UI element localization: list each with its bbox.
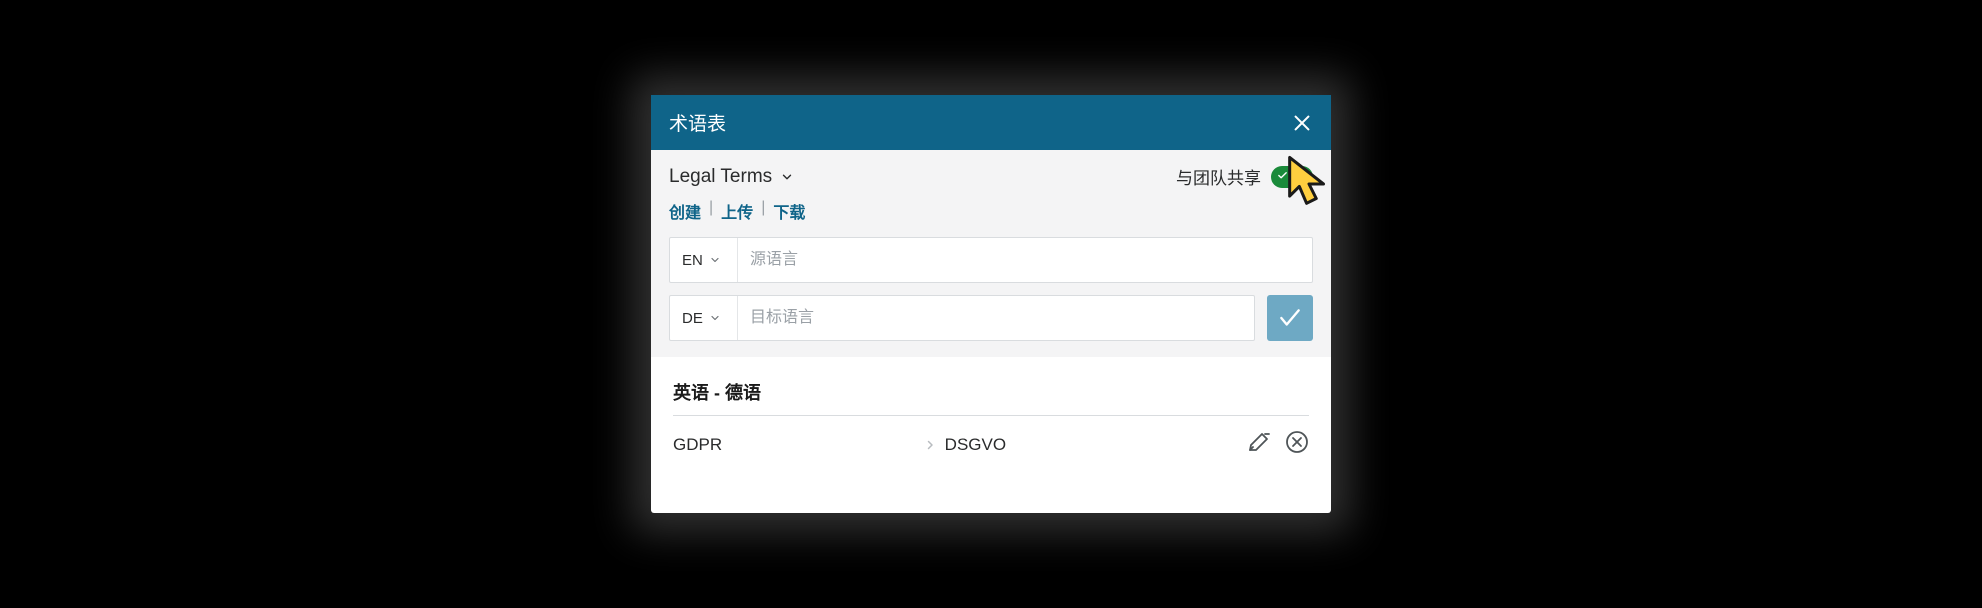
action-separator: |: [761, 199, 765, 223]
target-input-row: DE: [669, 295, 1313, 341]
glossary-actions: 创建 | 上传 | 下载: [651, 199, 1331, 231]
delete-circle-icon[interactable]: [1285, 430, 1309, 459]
target-term-input[interactable]: [738, 296, 1254, 340]
confirm-add-button[interactable]: [1267, 295, 1313, 341]
edit-icon[interactable]: [1247, 430, 1271, 459]
check-icon: [1277, 305, 1303, 331]
source-lang-dropdown[interactable]: EN: [670, 238, 738, 282]
upload-action[interactable]: 上传: [721, 199, 753, 223]
target-lang-dropdown[interactable]: DE: [670, 296, 738, 340]
terms-heading: 英语 - 德语: [673, 379, 1309, 416]
download-action[interactable]: 下载: [773, 199, 805, 223]
term-row: GDPR DSGVO: [673, 416, 1309, 473]
glossary-dialog: 术语表 Legal Terms 与团队共享: [651, 95, 1331, 513]
source-input-group: EN: [669, 237, 1313, 283]
share-label: 与团队共享: [1176, 164, 1261, 189]
term-source: GDPR: [673, 435, 915, 455]
target-input-group: DE: [669, 295, 1255, 341]
share-with-team: 与团队共享: [1176, 164, 1313, 189]
chevron-down-icon: [709, 312, 721, 324]
term-input-area: EN DE: [651, 231, 1331, 357]
chevron-down-icon: [780, 170, 794, 184]
term-row-actions: [1247, 430, 1309, 459]
source-lang-code: EN: [682, 252, 703, 269]
dialog-header: 术语表: [651, 95, 1331, 150]
terms-list-section: 英语 - 德语 GDPR DSGVO: [651, 357, 1331, 513]
share-toggle[interactable]: [1271, 166, 1313, 188]
source-term-input[interactable]: [738, 238, 1312, 282]
term-target: DSGVO: [945, 435, 1247, 455]
target-lang-code: DE: [682, 310, 703, 327]
action-separator: |: [709, 199, 713, 223]
source-input-row: EN: [669, 237, 1313, 283]
glossary-name-dropdown[interactable]: Legal Terms: [669, 166, 794, 188]
glossary-name: Legal Terms: [669, 166, 772, 188]
chevron-down-icon: [709, 254, 721, 266]
chevron-right-icon: [915, 439, 945, 451]
check-icon: [1277, 170, 1288, 184]
dialog-title: 术语表: [669, 109, 726, 136]
close-icon[interactable]: [1291, 112, 1313, 134]
create-action[interactable]: 创建: [669, 199, 701, 223]
glossary-select-row: Legal Terms 与团队共享: [651, 150, 1331, 199]
toggle-knob: [1293, 168, 1311, 186]
